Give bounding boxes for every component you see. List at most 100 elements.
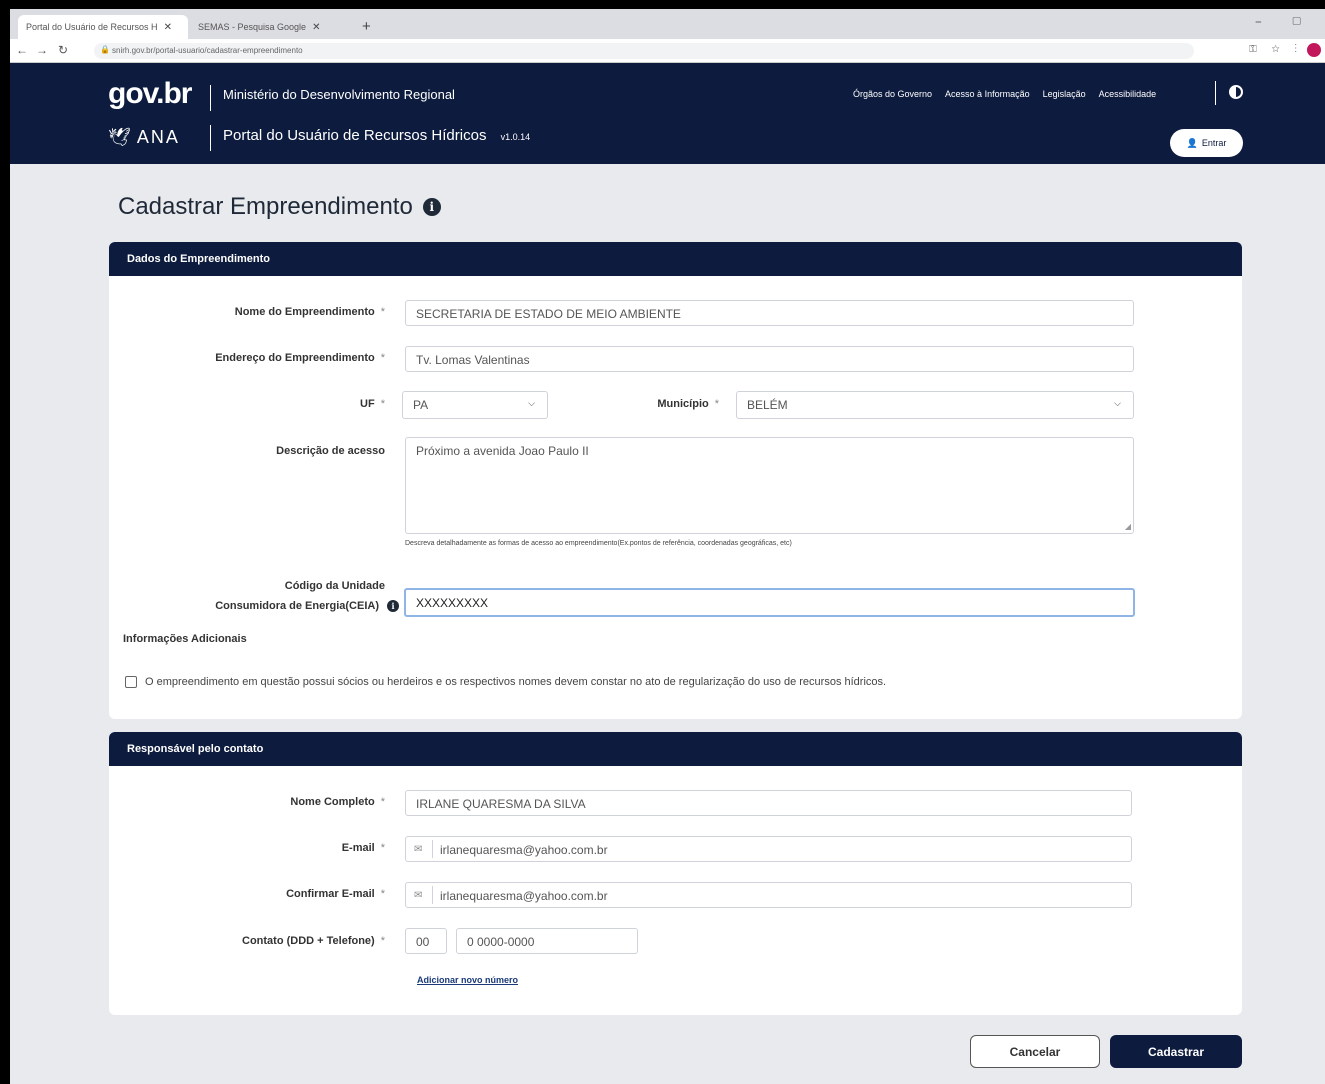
contrast-icon[interactable] xyxy=(1229,85,1243,99)
uf-label: UF * xyxy=(309,398,385,410)
close-tab-icon[interactable]: ✕ xyxy=(164,22,172,33)
ministry-name: Ministério do Desenvolvimento Regional xyxy=(223,87,455,102)
header-divider xyxy=(210,85,211,111)
label-text: Contato (DDD + Telefone) xyxy=(242,935,375,947)
browser-toolbar-icons[interactable]: ⚿ ☆ ⋮ xyxy=(1249,44,1303,55)
field-value: irlanequaresma@yahoo.com.br xyxy=(440,843,608,857)
contato-card: Responsável pelo contato Nome Completo * … xyxy=(109,732,1242,1015)
site-header: gov.br Ministério do Desenvolvimento Reg… xyxy=(10,63,1325,164)
browser-window: Portal do Usuário de Recursos H ✕ SEMAS … xyxy=(10,9,1325,1084)
email-label: E-mail * xyxy=(149,842,385,854)
version-badge: v1.0.14 xyxy=(500,132,531,142)
nav-acesso-informacao[interactable]: Acesso à Informação xyxy=(945,89,1030,99)
nome-completo-field[interactable]: IRLANE QUARESMA DA SILVA xyxy=(405,790,1132,816)
socios-herdeiros-label[interactable]: O empreendimento em questão possui sócio… xyxy=(145,676,886,688)
field-value: irlanequaresma@yahoo.com.br xyxy=(440,889,608,903)
login-button-label: Entrar xyxy=(1201,138,1227,148)
info-icon[interactable]: i xyxy=(422,198,441,216)
email-field[interactable]: ✉ irlanequaresma@yahoo.com.br xyxy=(405,836,1132,862)
label-text: Consumidora de Energia(CEIA) xyxy=(215,600,379,612)
browser-tab-portal[interactable]: Portal do Usuário de Recursos H ✕ xyxy=(18,15,188,39)
label-text: UF xyxy=(360,398,375,410)
ceia-label-line1: Código da Unidade xyxy=(284,580,385,592)
nav-acessibilidade[interactable]: Acessibilidade xyxy=(1099,89,1157,99)
field-value: 0 0000-0000 xyxy=(467,935,535,949)
forward-arrow-icon[interactable]: → xyxy=(36,43,48,57)
section-header: Dados do Empreendimento xyxy=(109,242,1242,276)
window-controls[interactable]: ⎯ ▢ xyxy=(1256,16,1315,29)
required-mark: * xyxy=(380,842,385,854)
descricao-acesso-textarea[interactable]: Próximo a avenida Joao Paulo II ◢ xyxy=(405,437,1134,534)
municipio-select[interactable]: BELÉM ⌵ xyxy=(736,391,1134,419)
page-title: Cadastrar Empreendimento i xyxy=(118,193,441,221)
new-tab-button[interactable]: + xyxy=(362,18,371,35)
nome-completo-label: Nome Completo * xyxy=(149,796,385,808)
ana-logo[interactable]: 🕊 ANA xyxy=(108,127,180,148)
back-arrow-icon[interactable]: ← xyxy=(16,43,28,57)
tab-label: Portal do Usuário de Recursos H xyxy=(26,22,158,32)
select-value: BELÉM xyxy=(747,398,788,412)
field-value: XXXXXXXXX xyxy=(416,596,489,610)
adicionar-numero-link[interactable]: Adicionar novo número xyxy=(417,975,518,985)
field-value: IRLANE QUARESMA DA SILVA xyxy=(416,797,586,811)
ceia-field[interactable]: XXXXXXXXX xyxy=(404,588,1135,617)
portal-title: Portal do Usuário de Recursos Hídricos v… xyxy=(223,127,530,144)
lock-icon: 🔒 xyxy=(100,45,110,54)
informacoes-adicionais-title: Informações Adicionais xyxy=(123,633,247,645)
address-bar: ← → ↻ 🔒 snirh.gov.br/portal-usuario/cada… xyxy=(10,39,1325,63)
section-header: Responsável pelo contato xyxy=(109,732,1242,766)
uf-select[interactable]: PA ⌵ xyxy=(402,391,548,419)
field-value: 00 xyxy=(416,935,430,949)
required-mark: * xyxy=(380,935,385,947)
login-button[interactable]: 👤 Entrar xyxy=(1170,129,1243,157)
ana-bird-icon: 🕊 xyxy=(108,127,133,147)
nav-legislacao[interactable]: Legislação xyxy=(1043,89,1086,99)
required-mark: * xyxy=(380,398,385,410)
browser-tab-google[interactable]: SEMAS - Pesquisa Google ✕ xyxy=(190,15,358,39)
url-field[interactable]: 🔒 snirh.gov.br/portal-usuario/cadastrar-… xyxy=(94,43,1194,59)
required-mark: * xyxy=(380,888,385,900)
label-text: E-mail xyxy=(341,842,375,854)
resize-grip-icon[interactable]: ◢ xyxy=(1125,522,1131,531)
nav-orgaos-governo[interactable]: Órgãos do Governo xyxy=(853,89,932,99)
label-text: Endereço do Empreendimento xyxy=(215,352,375,364)
header-divider xyxy=(210,125,211,151)
chevron-down-icon: ⌵ xyxy=(1114,398,1121,408)
close-tab-icon[interactable]: ✕ xyxy=(312,22,320,33)
endereco-empreendimento-label: Endereço do Empreendimento * xyxy=(149,352,385,364)
top-nav: Órgãos do Governo Acesso à Informação Le… xyxy=(853,89,1156,99)
cancel-button[interactable]: Cancelar xyxy=(970,1035,1100,1068)
profile-avatar-icon[interactable] xyxy=(1307,43,1321,57)
ana-logo-text: ANA xyxy=(136,127,180,147)
ceia-label-line2: Consumidora de Energia(CEIA) i xyxy=(149,600,399,612)
label-text: Confirmar E-mail xyxy=(286,888,375,900)
portal-title-text: Portal do Usuário de Recursos Hídricos xyxy=(223,127,487,144)
nome-empreendimento-field[interactable]: SECRETARIA DE ESTADO DE MEIO AMBIENTE xyxy=(405,300,1134,326)
govbr-logo[interactable]: gov.br xyxy=(108,77,192,111)
ddd-field[interactable]: 00 xyxy=(405,928,447,954)
nome-empreendimento-label: Nome do Empreendimento * xyxy=(149,306,385,318)
url-text: snirh.gov.br/portal-usuario/cadastrar-em… xyxy=(112,46,303,55)
required-mark: * xyxy=(380,306,385,318)
user-icon: 👤 xyxy=(1186,137,1198,148)
endereco-empreendimento-field[interactable]: Tv. Lomas Valentinas xyxy=(405,346,1134,372)
required-mark: * xyxy=(380,796,385,808)
field-value: Tv. Lomas Valentinas xyxy=(416,353,530,367)
confirmar-email-label: Confirmar E-mail * xyxy=(149,888,385,900)
cadastrar-button[interactable]: Cadastrar xyxy=(1110,1035,1242,1068)
chevron-down-icon: ⌵ xyxy=(528,398,535,408)
reload-icon[interactable]: ↻ xyxy=(58,43,68,57)
descricao-acesso-label: Descrição de acesso xyxy=(276,445,385,457)
descricao-hint: Descreva detalhadamente as formas de ace… xyxy=(405,540,792,547)
select-value: PA xyxy=(413,398,429,412)
municipio-label: Município * xyxy=(629,398,719,410)
confirmar-email-field[interactable]: ✉ irlanequaresma@yahoo.com.br xyxy=(405,882,1132,908)
page-title-text: Cadastrar Empreendimento xyxy=(118,193,413,220)
required-mark: * xyxy=(714,398,719,410)
tab-label: SEMAS - Pesquisa Google xyxy=(198,22,307,32)
tab-bar: Portal do Usuário de Recursos H ✕ SEMAS … xyxy=(10,9,1325,39)
telefone-field[interactable]: 0 0000-0000 xyxy=(456,928,638,954)
envelope-icon: ✉ xyxy=(414,844,423,855)
socios-herdeiros-checkbox[interactable] xyxy=(125,676,137,688)
info-icon[interactable]: i xyxy=(387,600,399,612)
